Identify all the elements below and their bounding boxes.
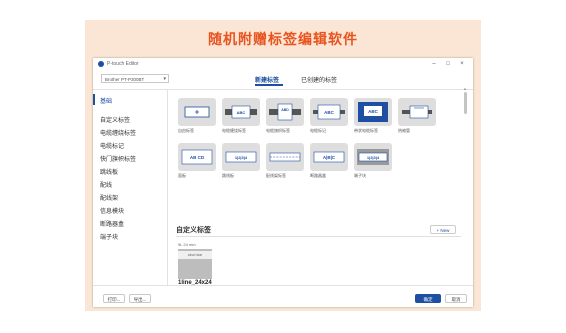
sidebar-item-breaker[interactable]: 断路器盒 [100,219,124,228]
template-tile[interactable]: ABC [310,98,348,126]
printer-select-value: Brother PT-P300BT [105,77,145,82]
terminal-block-icon: 1|2|3|4 [357,149,389,165]
template-tile[interactable]: AB CD [178,143,216,171]
active-category-marker [93,94,95,105]
template-art-text: ABC [324,110,334,115]
sidebar-item-terminal[interactable]: 端子块 [100,232,118,241]
divider [176,236,461,237]
print-button[interactable]: 打印... [103,294,125,303]
banner-title: 随机附赠标签编辑软件 [208,31,358,47]
patch-panel-icon: 1|2|3|4 [225,151,257,163]
breaker-box-icon: A|B|C [313,151,345,163]
cable-marker-icon: ABC [313,104,345,120]
footer-bar: 打印... 导出... 确定 取消 [93,285,473,307]
template-label: 面板 [178,173,186,178]
new-label-button[interactable]: + New [430,225,456,234]
ok-button[interactable]: 确定 [415,294,441,303]
category-sidebar: 基础 自定义标签 电缆缠绕标签 电缆标记 快门旗帜标签 跳线板 配线 配线架 信… [93,90,168,285]
sidebar-item-wiring[interactable]: 配线 [100,180,112,189]
template-tile[interactable] [398,98,436,126]
sidebar-item-patch-panel[interactable]: 跳线板 [100,167,118,176]
heat-shrink-icon [402,105,432,119]
thumbnail-text: abcd star [178,251,212,259]
template-tile[interactable]: 1|2|3|4 [222,143,260,171]
sidebar-item-flag[interactable]: 快门旗帜标签 [100,154,136,163]
custom-label-size: 9L 24 mm [178,242,196,247]
template-label: 跳线板 [222,173,234,178]
chevron-down-icon: ▾ [163,76,166,82]
app-logo-icon [98,61,104,67]
maximize-button[interactable]: □ [443,58,453,70]
punch-down-icon [269,152,301,162]
section-title: 自定义标签 [176,227,211,234]
printer-select[interactable]: Brother PT-P300BT ▾ [101,74,169,83]
window-title: P-touch Editor [107,61,139,67]
ribbon-cable-icon: ABC [358,102,388,122]
tab-new-label[interactable]: 新建标签 [255,75,279,84]
custom-label-thumbnail[interactable]: abcd star [178,249,212,279]
tab-created-labels[interactable]: 已创建的标签 [301,75,337,84]
template-tile[interactable]: ABD [266,98,304,126]
blank-label-icon [184,106,210,118]
sidebar-item-cable-wrap[interactable]: 电缆缠绕标签 [100,128,136,137]
template-label: 端子块 [354,173,366,178]
template-art-text: AB CD [190,155,205,160]
template-label: 电缆标记 [310,128,326,133]
active-tab-indicator [255,84,283,86]
template-art-text: 1|2|3|4 [235,155,248,160]
template-art-text: ABC [368,109,378,114]
cable-wrap-icon: ABC [225,105,257,119]
scroll-up-icon[interactable]: ▲ [463,86,467,91]
template-tile[interactable]: 1|2|3|4 [354,143,392,171]
template-tile[interactable]: A|B|C [310,143,348,171]
template-label: 自由标签 [178,128,194,133]
template-art-text: A|B|C [323,155,336,160]
template-tile[interactable] [178,98,216,126]
template-art-text: 1|2|3|4 [367,155,380,160]
sidebar-item-module[interactable]: 信息模块 [100,206,124,215]
template-label: 断路器盒 [310,173,326,178]
template-label: 电缆旗帜标签 [266,128,290,133]
template-tile[interactable]: ABC [354,98,392,126]
template-tile[interactable]: ABC [222,98,260,126]
sidebar-item-custom[interactable]: 自定义标签 [100,115,130,124]
minimize-button[interactable]: – [429,58,439,70]
template-art-text: ABD [281,108,289,112]
template-label: 热缩管 [398,128,410,133]
sidebar-item-basic[interactable]: 基础 [100,96,112,105]
cable-flag-icon: ABD [269,103,301,121]
export-button[interactable]: 导出... [129,294,151,303]
faceplate-icon: AB CD [181,149,213,165]
cancel-button[interactable]: 取消 [445,294,467,303]
promo-frame: 随机附赠标签编辑软件 P-touch Editor – □ × Brother … [85,20,481,311]
close-button[interactable]: × [457,58,467,70]
template-label: 配线架标签 [266,173,286,178]
title-bar: P-touch Editor – □ × [93,58,473,70]
template-label: 带状电缆标签 [354,128,378,133]
scrollbar-thumb[interactable] [464,92,467,114]
app-window: P-touch Editor – □ × Brother PT-P300BT ▾… [93,58,473,307]
template-label: 电缆缠绕标签 [222,128,246,133]
template-art-text: ABC [237,110,246,115]
template-tile[interactable] [266,143,304,171]
sidebar-item-cable-marker[interactable]: 电缆标记 [100,141,124,150]
sidebar-item-distribution[interactable]: 配线架 [100,193,118,202]
template-area: ▲ 自由标签 ABC 电缆缠绕标签 ABD 电缆旗帜标签 ABC 电缆标记 AB… [168,86,473,286]
